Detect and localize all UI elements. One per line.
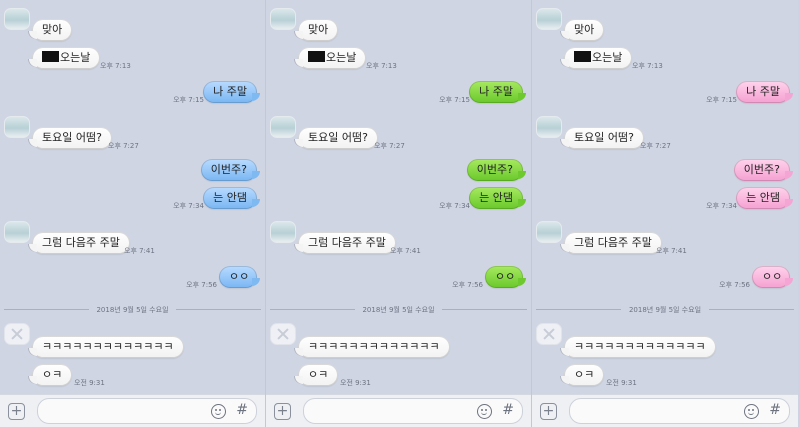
timestamp: 오후 7:15 bbox=[706, 96, 737, 104]
chat-panel-blue: 맞아 오는날 오후 7:13 오후 7:15 나 주말 토요일 어떰? 오후 7… bbox=[0, 0, 266, 427]
incoming-message: 토요일 어떰? bbox=[29, 127, 112, 149]
timestamp: 오후 7:41 bbox=[656, 247, 687, 255]
incoming-message: ㅋㅋㅋㅋㅋㅋㅋㅋㅋㅋㅋㅋㅋ bbox=[561, 336, 716, 358]
incoming-message: ㅋㅋㅋㅋㅋㅋㅋㅋㅋㅋㅋㅋㅋ bbox=[29, 336, 184, 358]
outgoing-message: 이번주? bbox=[466, 159, 527, 181]
outgoing-message: 는 안댐 bbox=[736, 187, 793, 209]
chat-panel-green: 맞아 오는날 오후 7:13 오후 7:15 나 주말 토요일 어떰? 오후 7… bbox=[266, 0, 532, 427]
outgoing-message: 는 안댐 bbox=[203, 187, 260, 209]
date-divider: 2018년 9월 5일 수요일 bbox=[536, 306, 794, 314]
timestamp: 오후 7:27 bbox=[108, 142, 139, 150]
avatar-placeholder[interactable] bbox=[4, 323, 30, 345]
incoming-message: ㅇㅋ bbox=[28, 364, 73, 386]
incoming-message: ㅇㅋ bbox=[294, 364, 339, 386]
incoming-message: 맞아 bbox=[28, 19, 73, 41]
outgoing-message: 나 주말 bbox=[469, 81, 526, 103]
timestamp: 오후 7:34 bbox=[439, 202, 470, 210]
outgoing-message: ㅇㅇ bbox=[485, 266, 526, 288]
three-panel-comparison: 맞아 오는날 오후 7:13 오후 7:15 나 주말 토요일 어떰? 오후 7… bbox=[0, 0, 800, 427]
emoji-icon[interactable] bbox=[477, 404, 492, 419]
chat-panel-pink: 맞아 오는날 오후 7:13 오후 7:15 나 주말 토요일 어떰? 오후 7… bbox=[532, 0, 798, 427]
avatar[interactable] bbox=[4, 221, 30, 243]
hash-icon[interactable]: # bbox=[769, 402, 781, 418]
incoming-message: ㅋㅋㅋㅋㅋㅋㅋㅋㅋㅋㅋㅋㅋ bbox=[295, 336, 450, 358]
outgoing-message: 이번주? bbox=[733, 159, 794, 181]
timestamp: 오전 9:31 bbox=[340, 379, 371, 387]
avatar[interactable] bbox=[536, 221, 562, 243]
input-bar: + # bbox=[0, 394, 265, 427]
message-input[interactable]: # bbox=[569, 398, 790, 424]
incoming-message: 오는날 bbox=[28, 47, 101, 69]
incoming-message: 그럼 다음주 주말 bbox=[29, 232, 130, 254]
avatar-placeholder[interactable] bbox=[536, 323, 562, 345]
outgoing-message: 는 안댐 bbox=[469, 187, 526, 209]
emoji-icon[interactable] bbox=[211, 404, 226, 419]
timestamp: 오후 7:13 bbox=[100, 62, 131, 70]
timestamp: 오후 7:13 bbox=[632, 62, 663, 70]
plus-icon[interactable]: + bbox=[8, 403, 25, 420]
timestamp: 오후 7:56 bbox=[186, 281, 217, 289]
avatar[interactable] bbox=[4, 116, 30, 138]
incoming-message: 오는날 bbox=[294, 47, 367, 69]
input-bar: + # bbox=[266, 394, 531, 427]
hash-icon[interactable]: # bbox=[236, 402, 248, 418]
outgoing-message: 나 주말 bbox=[203, 81, 260, 103]
avatar-placeholder[interactable] bbox=[270, 323, 296, 345]
timestamp: 오후 7:15 bbox=[173, 96, 204, 104]
incoming-message: 그럼 다음주 주말 bbox=[295, 232, 396, 254]
timestamp: 오후 7:41 bbox=[390, 247, 421, 255]
incoming-message: 맞아 bbox=[294, 19, 339, 41]
incoming-message: 오는날 bbox=[560, 47, 633, 69]
date-divider: 2018년 9월 5일 수요일 bbox=[270, 306, 527, 314]
timestamp: 오후 7:56 bbox=[719, 281, 750, 289]
timestamp: 오후 7:27 bbox=[374, 142, 405, 150]
outgoing-message: 나 주말 bbox=[736, 81, 793, 103]
timestamp: 오후 7:56 bbox=[452, 281, 483, 289]
timestamp: 오후 7:15 bbox=[439, 96, 470, 104]
timestamp: 오후 7:13 bbox=[366, 62, 397, 70]
timestamp: 오후 7:34 bbox=[173, 202, 204, 210]
hash-icon[interactable]: # bbox=[502, 402, 514, 418]
timestamp: 오후 7:27 bbox=[640, 142, 671, 150]
outgoing-message: ㅇㅇ bbox=[752, 266, 793, 288]
timestamp: 오전 9:31 bbox=[74, 379, 105, 387]
date-divider: 2018년 9월 5일 수요일 bbox=[4, 306, 261, 314]
message-input[interactable]: # bbox=[37, 398, 257, 424]
input-bar: + # bbox=[532, 394, 798, 427]
avatar[interactable] bbox=[4, 8, 30, 30]
avatar[interactable] bbox=[536, 116, 562, 138]
message-input[interactable]: # bbox=[303, 398, 523, 424]
plus-icon[interactable]: + bbox=[274, 403, 291, 420]
avatar[interactable] bbox=[270, 116, 296, 138]
outgoing-message: ㅇㅇ bbox=[219, 266, 260, 288]
redacted-block bbox=[42, 51, 59, 62]
incoming-message: ㅇㅋ bbox=[560, 364, 605, 386]
avatar[interactable] bbox=[536, 8, 562, 30]
timestamp: 오전 9:31 bbox=[606, 379, 637, 387]
timestamp: 오후 7:41 bbox=[124, 247, 155, 255]
incoming-message: 맞아 bbox=[560, 19, 605, 41]
redacted-block bbox=[574, 51, 591, 62]
emoji-icon[interactable] bbox=[744, 404, 759, 419]
incoming-message: 토요일 어떰? bbox=[295, 127, 378, 149]
redacted-block bbox=[308, 51, 325, 62]
incoming-message: 그럼 다음주 주말 bbox=[561, 232, 662, 254]
outgoing-message: 이번주? bbox=[200, 159, 261, 181]
avatar[interactable] bbox=[270, 221, 296, 243]
avatar[interactable] bbox=[270, 8, 296, 30]
timestamp: 오후 7:34 bbox=[706, 202, 737, 210]
plus-icon[interactable]: + bbox=[540, 403, 557, 420]
incoming-message: 토요일 어떰? bbox=[561, 127, 644, 149]
